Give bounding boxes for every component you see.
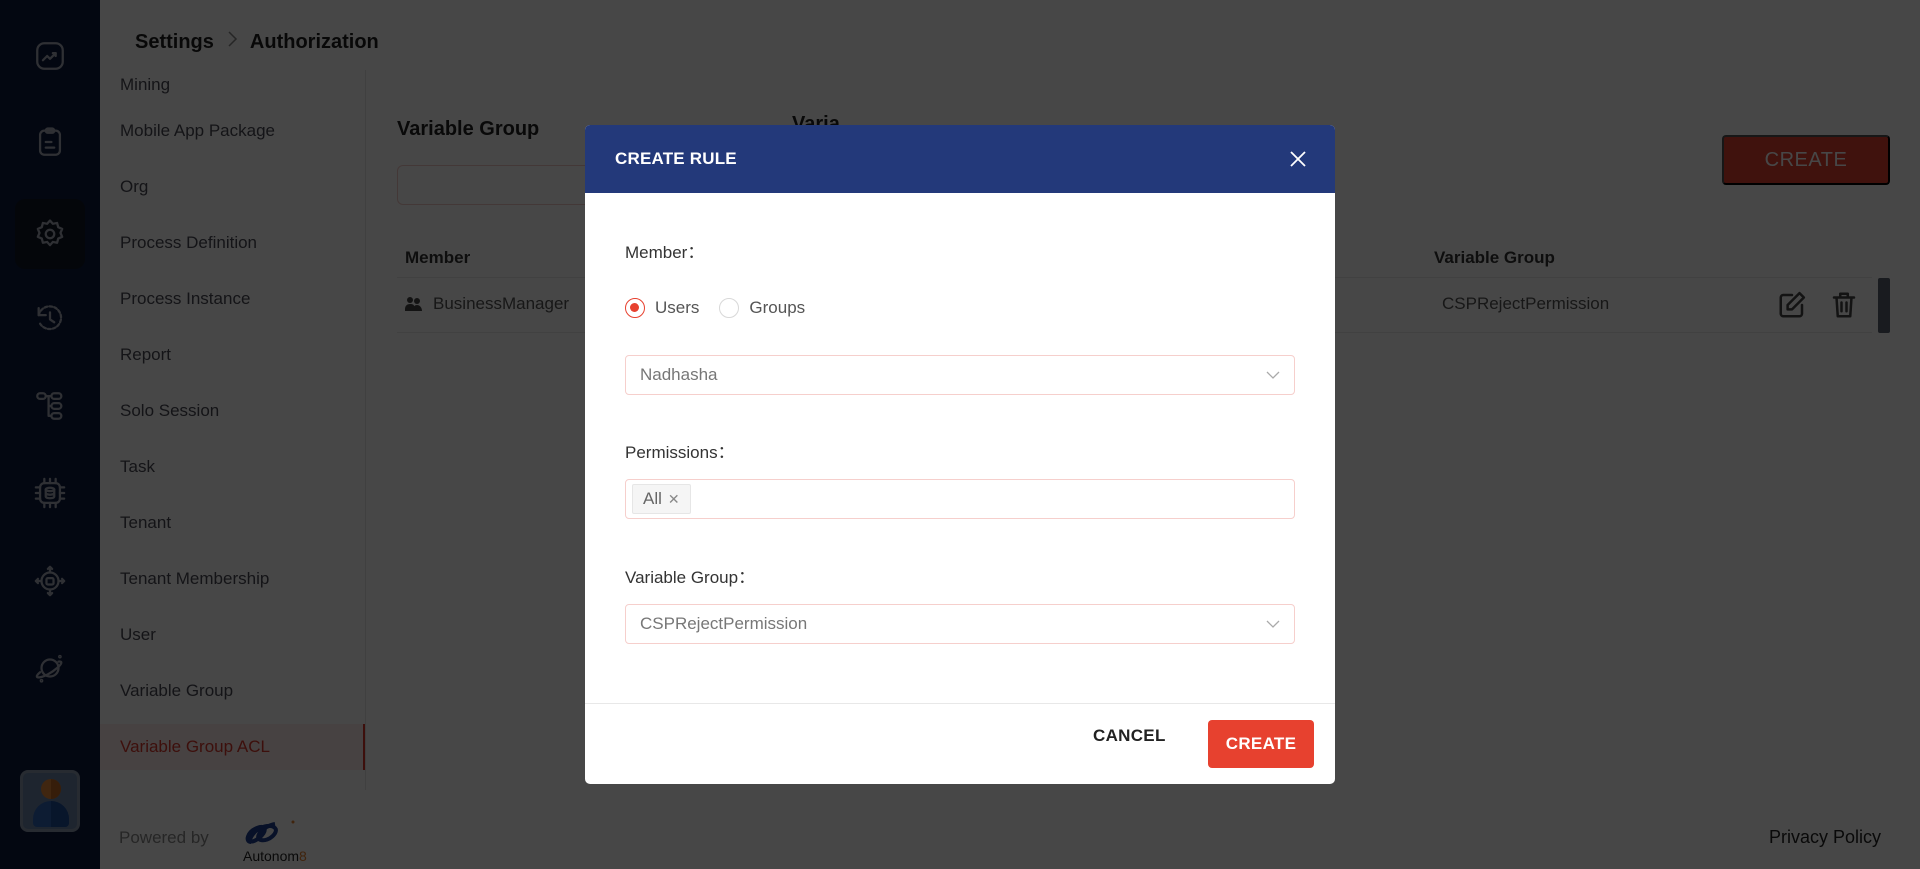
chevron-down-icon [1266, 620, 1280, 628]
modal-body: Member： Users Groups Nadhasha Permission… [585, 193, 1335, 703]
radio-checked-icon [625, 298, 645, 318]
member-select[interactable]: Nadhasha [625, 355, 1295, 395]
member-label: Member： [625, 243, 705, 262]
permissions-multiselect[interactable]: All ✕ [625, 479, 1295, 519]
create-rule-modal: CREATE RULE Member： Users Groups Nadhash… [585, 125, 1335, 784]
close-icon [1290, 151, 1306, 167]
permission-tag: All ✕ [632, 484, 691, 514]
radio-users[interactable]: Users [625, 298, 699, 318]
create-button[interactable]: CREATE [1208, 720, 1314, 768]
cancel-button[interactable]: CANCEL [1093, 726, 1166, 746]
radio-groups[interactable]: Groups [719, 298, 805, 318]
variable-group-label: Variable Group： [625, 568, 756, 587]
radio-unchecked-icon [719, 298, 740, 318]
close-button[interactable] [1285, 146, 1311, 172]
member-select-value: Nadhasha [640, 365, 718, 384]
modal-footer: CANCEL CREATE [585, 703, 1335, 784]
variable-group-select-value: CSPRejectPermission [640, 614, 808, 633]
variable-group-select[interactable]: CSPRejectPermission [625, 604, 1295, 644]
permissions-label: Permissions： [625, 443, 735, 462]
modal-title: CREATE RULE [615, 149, 737, 168]
remove-tag-icon[interactable]: ✕ [668, 491, 680, 508]
member-type-radio-group: Users Groups [625, 298, 813, 318]
chevron-down-icon [1266, 371, 1280, 379]
modal-header: CREATE RULE [585, 125, 1335, 193]
